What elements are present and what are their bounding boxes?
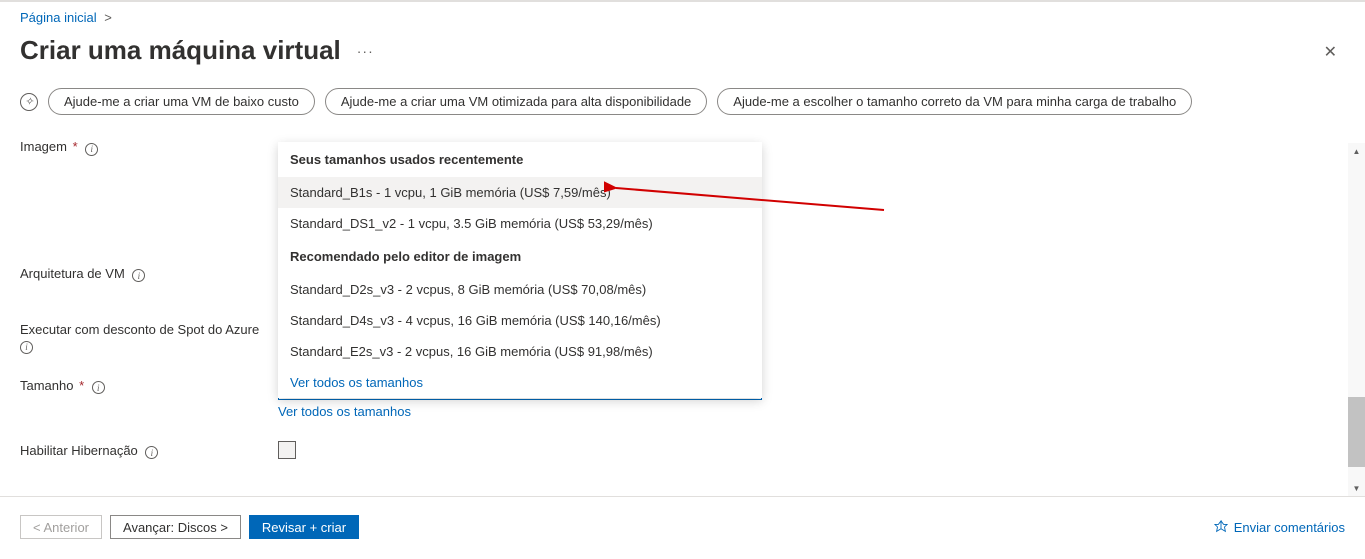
page-title: Criar uma máquina virtual <box>20 35 341 66</box>
hibernation-checkbox[interactable] <box>278 441 296 459</box>
help-pill-right-size[interactable]: Ajude-me a escolher o tamanho correto da… <box>717 88 1192 115</box>
image-label: Imagem <box>20 139 67 154</box>
breadcrumb: Página inicial > <box>20 10 1345 25</box>
previous-button: < Anterior <box>20 515 102 539</box>
send-feedback-link[interactable]: Enviar comentários <box>1214 520 1345 535</box>
feedback-label: Enviar comentários <box>1234 520 1345 535</box>
size-label: Tamanho <box>20 378 73 393</box>
required-asterisk: * <box>73 139 78 154</box>
breadcrumb-separator: > <box>104 10 112 25</box>
feedback-icon <box>1214 520 1228 534</box>
more-actions-button[interactable]: ··· <box>357 43 374 59</box>
size-option-standard-e2sv3[interactable]: Standard_E2s_v3 - 2 vcpus, 16 GiB memóri… <box>278 336 762 367</box>
size-dropdown-panel: Seus tamanhos usados recentemente Standa… <box>278 142 762 398</box>
spot-label: Executar com desconto de Spot do Azure <box>20 322 259 337</box>
help-pill-high-availability[interactable]: Ajude-me a criar uma VM otimizada para a… <box>325 88 707 115</box>
info-icon[interactable]: i <box>20 341 33 354</box>
hibernation-field-row: Habilitar Hibernação i <box>20 441 1345 462</box>
size-option-standard-ds1v2[interactable]: Standard_DS1_v2 - 1 vcpu, 3.5 GiB memóri… <box>278 208 762 239</box>
breadcrumb-home-link[interactable]: Página inicial <box>20 10 97 25</box>
info-icon[interactable]: i <box>145 446 158 459</box>
hibernation-label: Habilitar Hibernação <box>20 443 138 458</box>
scrollbar-thumb[interactable] <box>1348 397 1365 467</box>
dropdown-recommended-header: Recomendado pelo editor de imagem <box>278 239 762 274</box>
footer: < Anterior Avançar: Discos > Revisar + c… <box>0 497 1365 557</box>
review-create-button[interactable]: Revisar + criar <box>249 515 359 539</box>
copilot-icon: ✧ <box>20 93 38 111</box>
scroll-down-arrow-icon[interactable]: ▼ <box>1348 480 1365 497</box>
info-icon[interactable]: i <box>85 143 98 156</box>
size-option-standard-d2sv3[interactable]: Standard_D2s_v3 - 2 vcpus, 8 GiB memória… <box>278 274 762 305</box>
dropdown-see-all-link[interactable]: Ver todos os tamanhos <box>278 367 762 398</box>
info-icon[interactable]: i <box>92 381 105 394</box>
info-icon[interactable]: i <box>132 269 145 282</box>
see-all-sizes-link[interactable]: Ver todos os tamanhos <box>278 404 762 419</box>
dropdown-recent-header: Seus tamanhos usados recentemente <box>278 142 762 177</box>
next-button[interactable]: Avançar: Discos > <box>110 515 241 539</box>
architecture-label: Arquitetura de VM <box>20 266 125 281</box>
close-icon[interactable]: ✕ <box>1324 42 1337 62</box>
size-option-standard-d4sv3[interactable]: Standard_D4s_v3 - 4 vcpus, 16 GiB memóri… <box>278 305 762 336</box>
scroll-up-arrow-icon[interactable]: ▲ <box>1348 143 1365 160</box>
required-asterisk: * <box>79 378 84 393</box>
help-pill-low-cost[interactable]: Ajude-me a criar uma VM de baixo custo <box>48 88 315 115</box>
size-option-standard-b1s[interactable]: Standard_B1s - 1 vcpu, 1 GiB memória (US… <box>278 177 762 208</box>
